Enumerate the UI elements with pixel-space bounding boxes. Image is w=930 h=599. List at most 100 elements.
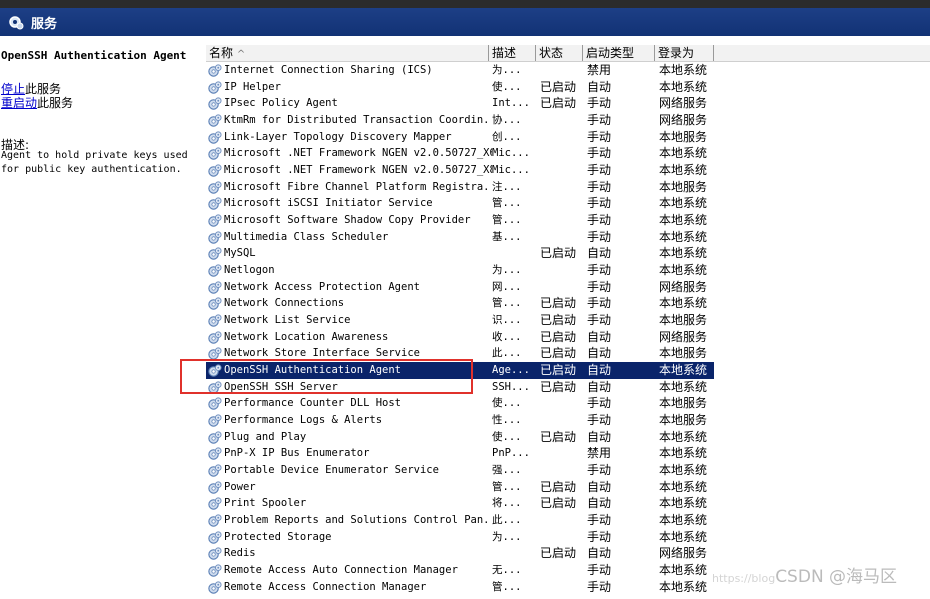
- service-description: 此...: [492, 514, 522, 527]
- service-row[interactable]: Netlogon 为... 手动 本地系统: [206, 262, 714, 279]
- service-row[interactable]: IPsec Policy Agent Int... 已启动 手动 网络服务: [206, 95, 714, 112]
- service-row[interactable]: Remote Access Auto Connection Manager 无..…: [206, 562, 714, 579]
- service-logon-as: 本地系统: [659, 146, 708, 161]
- service-status: [540, 462, 586, 478]
- service-startup-type: 手动: [587, 146, 612, 161]
- service-description: 注...: [492, 180, 522, 193]
- service-gear-icon: [207, 296, 222, 311]
- service-row[interactable]: Network Location Awareness 收... 已启动 自动 网络服务: [206, 329, 714, 346]
- service-status: 已启动: [540, 96, 577, 111]
- service-status: [540, 112, 586, 128]
- service-description: 管...: [492, 480, 522, 493]
- service-name: Link-Layer Topology Discovery Mapper: [224, 130, 452, 143]
- service-status: 已启动: [540, 296, 577, 311]
- service-row[interactable]: MySQL 已启动 自动 本地系统: [206, 245, 714, 262]
- service-description: 性...: [492, 414, 522, 427]
- service-status: 已启动: [540, 479, 577, 494]
- service-row[interactable]: IP Helper 使... 已启动 自动 本地系统: [206, 79, 714, 96]
- service-description: Int...: [492, 97, 530, 110]
- service-status: [540, 529, 586, 545]
- watermark-prefix: https://blog: [712, 572, 776, 585]
- service-status: [540, 229, 586, 245]
- service-startup-type: 自动: [587, 429, 612, 444]
- service-row[interactable]: KtmRm for Distributed Transaction Coordi…: [206, 112, 714, 129]
- column-header-logon-as[interactable]: 登录为: [655, 45, 714, 61]
- service-gear-icon: [207, 480, 222, 495]
- service-description: 将...: [492, 497, 522, 510]
- service-description: 管...: [492, 297, 522, 310]
- service-logon-as: 本地系统: [659, 379, 708, 394]
- service-row[interactable]: Network List Service 识... 已启动 手动 本地服务: [206, 312, 714, 329]
- service-startup-type: 自动: [587, 79, 612, 94]
- restart-service-link[interactable]: 重启动: [1, 96, 37, 110]
- service-row[interactable]: Internet Connection Sharing (ICS) 为... 禁用 本…: [206, 62, 714, 79]
- service-row[interactable]: Portable Device Enumerator Service 强... 手动…: [206, 462, 714, 479]
- service-logon-as: 本地系统: [659, 296, 708, 311]
- service-startup-type: 手动: [587, 179, 612, 194]
- service-name: Multimedia Class Scheduler: [224, 230, 389, 243]
- service-description: 此...: [492, 347, 522, 360]
- service-row[interactable]: Link-Layer Topology Discovery Mapper 创...…: [206, 129, 714, 146]
- left-pane: OpenSSH Authentication Agent 停止此服务 重启动此服…: [0, 36, 203, 593]
- service-gear-icon: [207, 446, 222, 461]
- service-status: 已启动: [540, 79, 577, 94]
- service-name: Microsoft .NET Framework NGEN v2.0.50727…: [224, 164, 492, 177]
- service-row[interactable]: Microsoft .NET Framework NGEN v2.0.50727…: [206, 145, 714, 162]
- service-row[interactable]: Microsoft .NET Framework NGEN v2.0.50727…: [206, 162, 714, 179]
- service-status: 已启动: [540, 346, 577, 361]
- services-gear-icon: [9, 16, 24, 30]
- service-row[interactable]: Problem Reports and Solutions Control Pa…: [206, 512, 714, 529]
- service-name: Redis: [224, 547, 256, 560]
- service-logon-as: 本地系统: [659, 196, 708, 211]
- service-row[interactable]: Redis 已启动 自动 网络服务: [206, 545, 714, 562]
- service-status: [540, 262, 586, 278]
- service-startup-type: 手动: [587, 396, 612, 411]
- service-row[interactable]: Multimedia Class Scheduler 基... 手动 本地系统: [206, 229, 714, 246]
- service-description: Mic...: [492, 147, 530, 160]
- service-row[interactable]: Microsoft Fibre Channel Platform Registr…: [206, 179, 714, 196]
- service-startup-type: 手动: [587, 463, 612, 478]
- service-status: [540, 395, 586, 411]
- service-gear-icon: [207, 330, 222, 345]
- service-gear-icon: [207, 496, 222, 511]
- service-gear-icon: [207, 546, 222, 561]
- service-name: Internet Connection Sharing (ICS): [224, 64, 433, 76]
- service-gear-icon: [207, 413, 222, 428]
- service-description: 网...: [492, 280, 522, 293]
- service-status: [540, 195, 586, 211]
- service-logon-as: 本地服务: [659, 179, 708, 194]
- service-startup-type: 手动: [587, 113, 612, 127]
- description-text: Agent to hold private keys used for publ…: [1, 150, 188, 175]
- service-gear-icon: [207, 280, 222, 295]
- window-title: 服务: [31, 17, 58, 32]
- service-row[interactable]: Network Access Protection Agent 网... 手动 网络服…: [206, 279, 714, 296]
- selected-service-title: OpenSSH Authentication Agent: [1, 49, 187, 62]
- service-status: [540, 279, 586, 295]
- service-row[interactable]: Protected Storage 为... 手动 本地系统: [206, 529, 714, 546]
- service-status: 已启动: [540, 329, 577, 344]
- column-header-startup-type[interactable]: 启动类型: [583, 45, 655, 61]
- service-logon-as: 本地服务: [659, 313, 708, 328]
- column-header-status[interactable]: 状态: [536, 45, 583, 61]
- column-header-description[interactable]: 描述: [489, 45, 536, 61]
- service-row[interactable]: Print Spooler 将... 已启动 自动 本地系统: [206, 495, 714, 512]
- service-row[interactable]: Microsoft iSCSI Initiator Service 管... 手动 本…: [206, 195, 714, 212]
- service-status: 已启动: [540, 546, 577, 561]
- service-row[interactable]: Network Connections 管... 已启动 手动 本地系统: [206, 295, 714, 312]
- services-list[interactable]: 名称 ^ 描述 状态 启动类型 登录为 Internet Connection …: [206, 45, 930, 594]
- service-row[interactable]: Power 管... 已启动 自动 本地系统: [206, 479, 714, 496]
- service-row[interactable]: Performance Logs & Alerts 性... 手动 本地服务: [206, 412, 714, 429]
- service-gear-icon: [207, 146, 222, 161]
- column-header-name-label: 名称: [209, 46, 234, 60]
- service-description: 协...: [492, 114, 522, 126]
- column-header-name[interactable]: 名称 ^: [206, 45, 489, 61]
- service-row[interactable]: Plug and Play 使... 已启动 自动 本地系统: [206, 429, 714, 446]
- service-row[interactable]: Microsoft Software Shadow Copy Provider 管…: [206, 212, 714, 229]
- service-description: 无...: [492, 564, 522, 577]
- service-name: Microsoft Software Shadow Copy Provider: [224, 214, 471, 227]
- service-row[interactable]: PnP-X IP Bus Enumerator PnP... 禁用 本地系统: [206, 445, 714, 462]
- service-logon-as: 本地系统: [659, 363, 708, 378]
- service-gear-icon: [207, 246, 222, 261]
- service-description: 使...: [492, 80, 522, 93]
- service-row[interactable]: Performance Counter DLL Host 使... 手动 本地服务: [206, 395, 714, 412]
